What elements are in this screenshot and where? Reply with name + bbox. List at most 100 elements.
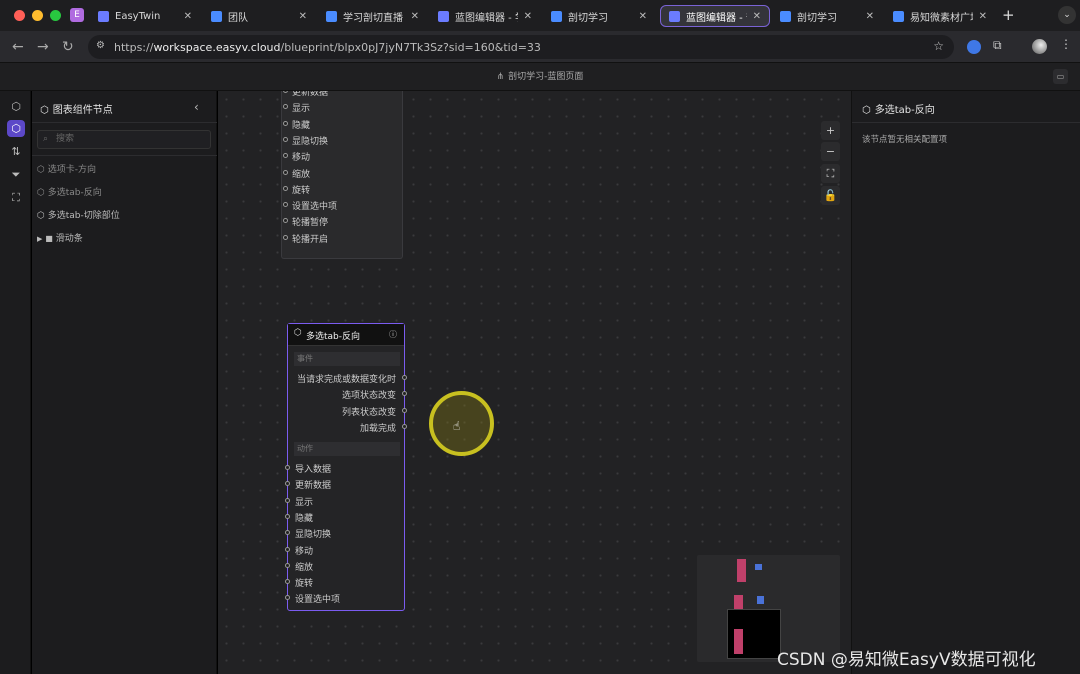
output-port[interactable] [402,375,407,380]
tab-5[interactable]: 剖切学习 ✕ [543,5,655,27]
input-port[interactable] [285,497,290,503]
folder-icon: ■ [45,234,53,243]
cube-icon: ⬡ [862,105,871,116]
input-port[interactable] [285,562,290,568]
reload-icon[interactable]: ↻ [62,39,74,55]
input-port[interactable] [285,579,290,585]
node-actions-partial[interactable]: 更新数据 显示 隐藏 显隐切换 移动 缩放 旋转 设置选中项 轮播暂停 轮播开启 [281,91,403,259]
input-port[interactable] [283,136,288,142]
help-icon[interactable]: ⓘ [389,329,397,340]
list-item[interactable]: ⬡ 多选tab-反向 [37,185,102,198]
tab-label: 团队 [228,12,248,24]
output-port[interactable] [402,391,407,397]
actions-section-label: 动作 [294,442,400,456]
extensions-puzzle-icon[interactable]: ⧉ [993,38,1002,53]
minimize-window-button[interactable] [32,10,43,21]
minimap-node [734,629,743,654]
tab-6[interactable]: 蓝图编辑器 - 剖 ✕ [660,5,770,27]
zoom-in-button[interactable]: + [821,121,840,140]
blueprint-canvas[interactable]: 更新数据 显示 隐藏 显隐切换 移动 缩放 旋转 设置选中项 轮播暂停 轮播开启 ⬡ 多选tab-… [218,91,851,674]
component-nodes-icon[interactable]: ⬡ [7,120,25,137]
tab-7[interactable]: 剖切学习 ✕ [772,5,882,27]
layers-cube-icon[interactable]: ⬡ [7,98,25,115]
input-port[interactable] [285,465,290,470]
forward-icon[interactable]: → [37,39,49,55]
lock-icon[interactable]: 🔓 [821,186,840,205]
input-port[interactable] [285,513,290,519]
tab-2[interactable]: 团队 ✕ [203,5,315,27]
tab-label: 学习剖切直播 [343,12,403,24]
node-multiselect-tab-reverse[interactable]: ⬡ 多选tab-反向 ⓘ 事件 动作 当请求完成或数据变化时 选项状态改变 列表状态… [285,323,407,611]
input-port[interactable] [283,185,288,191]
fit-view-icon[interactable]: ⛶ [821,164,840,183]
zoom-out-button[interactable]: − [821,142,840,161]
input-port[interactable] [283,169,288,175]
event-row: 列表状态改变 [341,407,396,418]
browser-menu-icon[interactable]: ⋮ [1060,37,1072,51]
tab-1[interactable]: EasyTwin ✕ [90,5,200,27]
list-item[interactable]: ⬡ 多选tab-切除部位 [37,208,120,221]
cube-icon [438,10,449,22]
input-port[interactable] [285,481,290,487]
profile-badge[interactable]: E [70,8,84,22]
new-tab-button[interactable]: + [1002,6,1015,24]
close-tab-icon[interactable]: ✕ [866,11,874,22]
input-port[interactable] [283,104,288,110]
close-tab-icon[interactable]: ✕ [639,11,647,22]
input-port[interactable] [285,595,290,601]
input-port[interactable] [283,234,288,240]
close-tab-icon[interactable]: ✕ [753,11,761,22]
close-tab-icon[interactable]: ✕ [979,11,987,22]
close-window-button[interactable] [14,10,25,21]
input-port[interactable] [283,202,288,208]
node-header[interactable]: ⬡ 多选tab-反向 ⓘ [288,324,404,346]
zoom-window-button[interactable] [50,10,61,21]
tab-search-button[interactable]: ⌄ [1058,6,1076,24]
avatar[interactable] [1032,39,1047,54]
tab-4[interactable]: 蓝图编辑器 - 学 ✕ [430,5,540,27]
event-row: 当请求完成或数据变化时 [296,375,396,385]
bookmark-star-icon[interactable]: ☆ [933,39,944,53]
input-port[interactable] [283,153,288,159]
tab-8[interactable]: 易知微素材广场 ✕ [885,5,995,27]
action-row: 缩放 [295,562,314,573]
close-tab-icon[interactable]: ✕ [524,11,532,22]
site-settings-icon[interactable]: ⚙ [96,40,105,51]
list-item-label: 多选tab-切除部位 [47,211,120,221]
address-bar[interactable]: ⚙ https://workspace.easyv.cloud/blueprin… [88,35,954,59]
search-icon: ⌕ [43,134,49,144]
url-host: workspace.easyv.cloud [153,40,281,54]
close-tab-icon[interactable]: ✕ [411,11,419,22]
extension-icon[interactable] [967,40,981,54]
close-tab-icon[interactable]: ✕ [299,11,307,22]
tab-3[interactable]: 学习剖切直播 ✕ [318,5,427,27]
preview-icon[interactable]: ▭ [1053,69,1068,84]
input-port[interactable] [283,218,288,224]
config-panel: ⬡ 多选tab-反向 该节点暂无相关配置项 [851,91,1080,674]
action-row: 轮播暂停 [292,218,329,229]
caret-right-icon: ▶ [37,235,43,243]
input-port[interactable] [285,546,290,552]
input-port[interactable] [283,120,288,126]
output-port[interactable] [402,423,407,429]
output-port[interactable] [402,407,407,413]
collapse-panel-icon[interactable]: ‹ [194,100,199,114]
search-input[interactable]: ⌕ 搜索 [37,130,211,149]
action-row: 设置选中项 [292,202,338,213]
input-port[interactable] [285,530,290,536]
close-tab-icon[interactable]: ✕ [184,11,192,22]
panel-header: ⬡ 图表组件节点 [40,101,113,116]
fit-screen-icon[interactable]: ⛶ [7,189,25,206]
back-icon[interactable]: ← [12,39,24,55]
input-port[interactable] [283,91,288,93]
logic-branch-icon[interactable]: ⇅ [7,143,25,160]
action-row: 移动 [292,153,311,164]
folder-item[interactable]: ▶ ■ 滑动条 [37,231,83,244]
event-row: 加载完成 [359,423,396,434]
filter-icon[interactable]: ⏷ [7,166,25,183]
panel-divider [32,122,217,123]
browser-toolbar: ← → ↻ ⚙ https://workspace.easyv.cloud/bl… [0,31,1080,63]
list-item[interactable]: ⬡ 选项卡-方向 [37,162,96,175]
action-row: 显隐切换 [292,136,329,147]
cube-icon: ⬡ [40,105,49,116]
